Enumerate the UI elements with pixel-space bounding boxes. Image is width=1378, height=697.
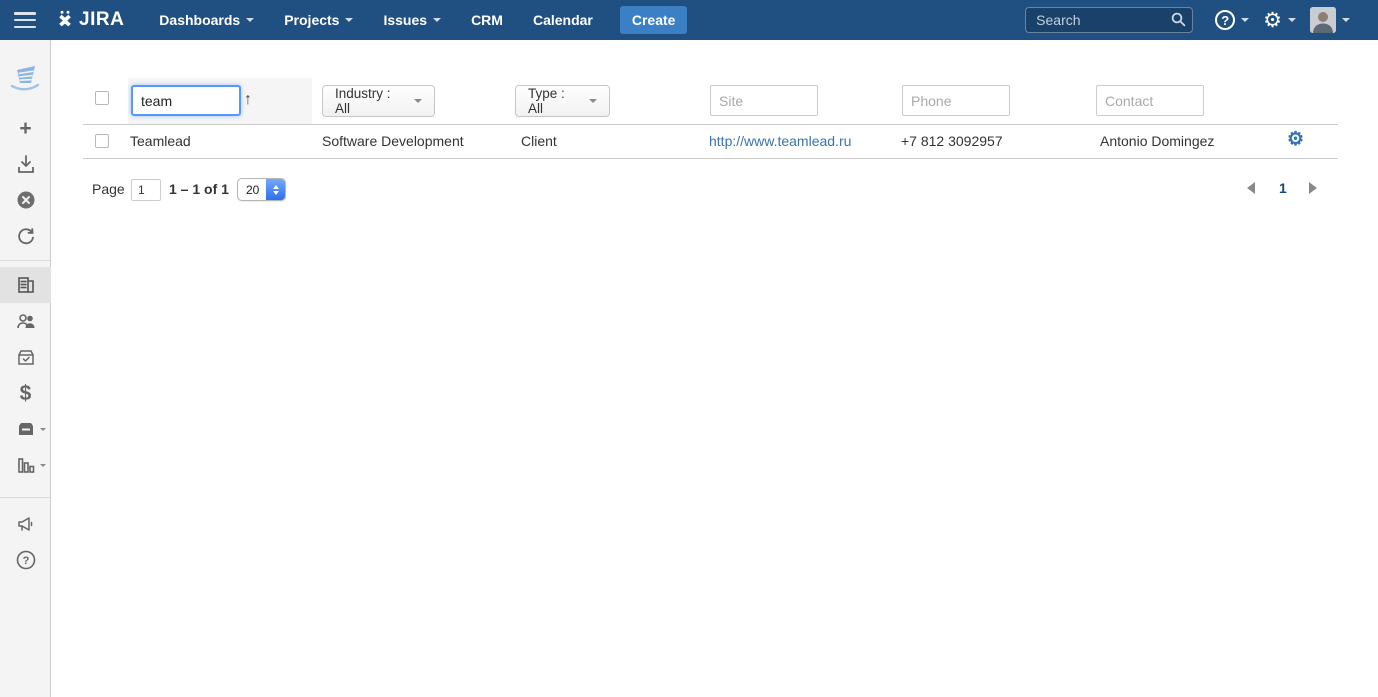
- inbox-icon: [15, 418, 37, 440]
- results-range-text: 1 – 1 of 1: [169, 181, 229, 197]
- next-page-arrow-icon[interactable]: [1309, 182, 1317, 194]
- building-icon: [15, 274, 37, 296]
- box-check-icon: [15, 346, 37, 368]
- chevron-down-icon: [433, 18, 441, 22]
- search-icon[interactable]: [1171, 12, 1186, 27]
- chevron-down-icon: [1342, 18, 1350, 22]
- bar-chart-icon: [15, 454, 37, 476]
- site-filter-input[interactable]: [710, 85, 818, 116]
- teamlead-crm-logo: [0, 58, 50, 102]
- dollar-icon: $: [20, 383, 32, 404]
- page-label: Page: [92, 181, 125, 197]
- sidebar-item-products[interactable]: [0, 339, 51, 375]
- nav-projects[interactable]: Projects: [269, 0, 368, 40]
- chevron-down-icon: [40, 464, 46, 467]
- contact-filter-input[interactable]: [1096, 85, 1204, 116]
- chevron-down-icon: [40, 428, 46, 431]
- people-icon: [15, 310, 37, 332]
- chevron-down-icon: [345, 18, 353, 22]
- cell-industry: Software Development: [322, 133, 464, 149]
- table-divider: [83, 158, 1338, 159]
- help-menu[interactable]: ?: [1215, 10, 1249, 30]
- jira-guy-icon: [54, 9, 76, 31]
- sidebar-item-reports[interactable]: [0, 447, 51, 483]
- current-page-number[interactable]: 1: [1279, 180, 1287, 196]
- table-divider: [83, 124, 1338, 125]
- add-button[interactable]: +: [0, 110, 51, 146]
- sidebar: +: [0, 40, 51, 697]
- megaphone-icon: [15, 513, 37, 535]
- chevron-down-icon: [1241, 18, 1249, 22]
- chevron-down-icon: [1288, 18, 1296, 22]
- top-navigation-bar: JIRA Dashboards Projects Issues CRM Cale…: [0, 0, 1378, 40]
- cell-type: Client: [521, 133, 557, 149]
- chevron-down-icon: [246, 18, 254, 22]
- topbar-right-group: ? ⚙: [1025, 7, 1378, 33]
- phone-filter-input[interactable]: [902, 85, 1010, 116]
- redo-icon: [16, 226, 36, 246]
- sidebar-item-companies[interactable]: [0, 267, 51, 303]
- search-input[interactable]: [1025, 7, 1193, 33]
- chevron-down-icon: [589, 99, 597, 103]
- global-search: [1025, 7, 1193, 33]
- sidebar-item-announcements[interactable]: [0, 506, 51, 542]
- type-filter-button[interactable]: Type : All: [515, 85, 610, 117]
- clear-button[interactable]: [0, 182, 51, 218]
- page-size-value: 20: [238, 179, 266, 200]
- name-filter-input[interactable]: [131, 85, 241, 116]
- select-all-checkbox[interactable]: [95, 91, 109, 105]
- nav-issues[interactable]: Issues: [368, 0, 456, 40]
- nav-calendar[interactable]: Calendar: [518, 0, 608, 40]
- sidebar-item-help[interactable]: ?: [0, 542, 51, 578]
- cell-company-name: Teamlead: [130, 133, 191, 149]
- page-size-select[interactable]: 20: [237, 178, 286, 201]
- sidebar-divider: [0, 260, 50, 261]
- jira-logo[interactable]: JIRA: [54, 9, 124, 31]
- admin-settings-menu[interactable]: ⚙: [1263, 10, 1296, 31]
- avatar: [1310, 7, 1336, 33]
- sort-ascending-icon[interactable]: ↑: [244, 91, 252, 109]
- nav-crm[interactable]: CRM: [456, 0, 518, 40]
- question-circle-icon: ?: [15, 549, 37, 571]
- select-stepper-icon: [266, 179, 285, 200]
- cell-contact: Antonio Domingez: [1100, 133, 1214, 149]
- brand-name: JIRA: [79, 9, 124, 31]
- create-button[interactable]: Create: [620, 6, 688, 34]
- sidebar-item-contacts[interactable]: [0, 303, 51, 339]
- refresh-button[interactable]: [0, 218, 51, 254]
- close-circle-icon: [16, 190, 36, 210]
- sidebar-item-transactions[interactable]: $: [0, 375, 51, 411]
- cell-phone: +7 812 3092957: [901, 133, 1003, 149]
- chevron-down-icon: [414, 99, 422, 103]
- user-profile-menu[interactable]: [1310, 7, 1350, 33]
- page-number-input[interactable]: [131, 179, 161, 201]
- gear-icon: ⚙: [1263, 10, 1282, 31]
- row-checkbox[interactable]: [95, 134, 109, 148]
- previous-page-arrow-icon[interactable]: [1247, 182, 1255, 194]
- svg-text:?: ?: [22, 555, 29, 567]
- import-button[interactable]: [0, 146, 51, 182]
- top-nav-menu: Dashboards Projects Issues CRM Calendar …: [144, 0, 687, 40]
- hamburger-menu-icon[interactable]: [14, 12, 36, 28]
- download-icon: [16, 154, 36, 174]
- nav-dashboards[interactable]: Dashboards: [144, 0, 269, 40]
- industry-filter-button[interactable]: Industry : All: [322, 85, 435, 117]
- plus-icon: +: [19, 118, 31, 139]
- help-icon: ?: [1215, 10, 1235, 30]
- app-root: JIRA Dashboards Projects Issues CRM Cale…: [0, 0, 1378, 697]
- sidebar-divider: [0, 497, 50, 498]
- sidebar-item-inbox[interactable]: [0, 411, 51, 447]
- cell-site-link[interactable]: http://www.teamlead.ru: [709, 133, 851, 149]
- row-actions-gear-icon[interactable]: ⚙: [1287, 130, 1304, 149]
